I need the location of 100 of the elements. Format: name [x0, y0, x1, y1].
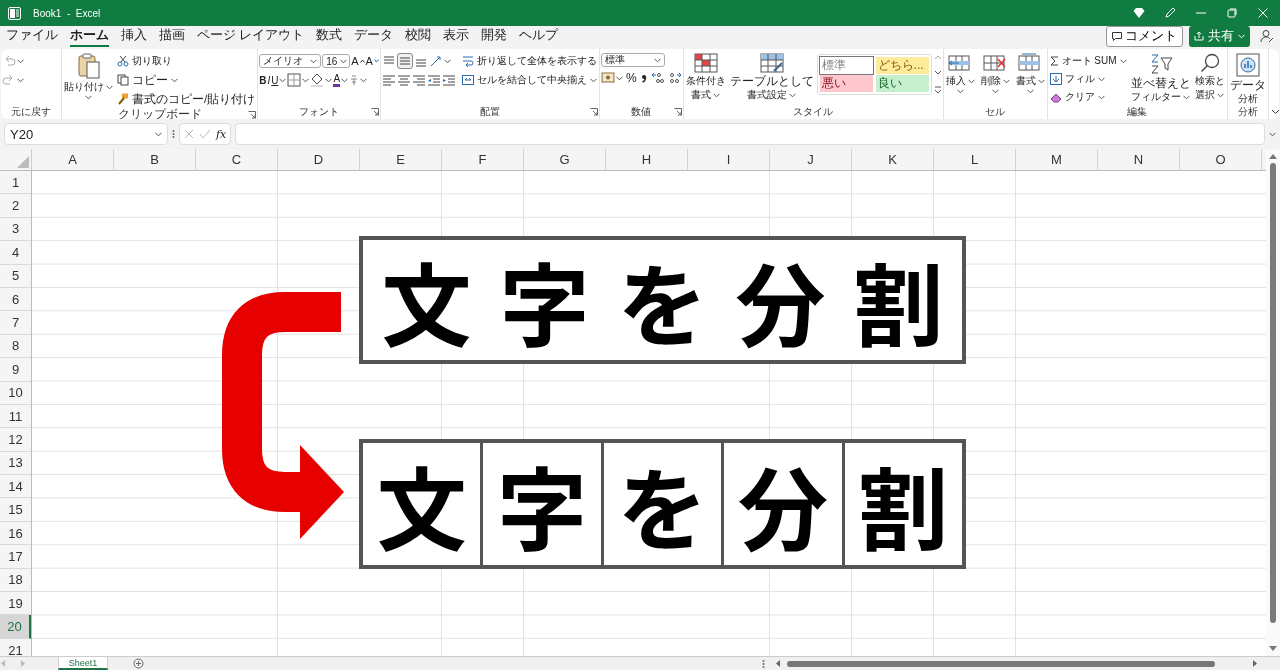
scrollbar-thumb[interactable] — [1270, 163, 1276, 623]
restore-icon[interactable] — [1226, 7, 1238, 19]
insert-button[interactable]: 挿入 — [944, 53, 976, 94]
caret-icon[interactable] — [279, 77, 287, 83]
autosum-button[interactable]: オート SUM — [1048, 53, 1128, 69]
number-format-field[interactable]: 標準 — [600, 53, 665, 67]
close-icon[interactable] — [1257, 7, 1269, 19]
column-header[interactable]: B — [114, 149, 196, 170]
analyze-data-button[interactable]: データ 分析 — [1228, 53, 1267, 105]
menu-tab[interactable]: データ — [354, 25, 394, 47]
scroll-down-icon[interactable] — [1269, 646, 1277, 652]
share-button[interactable]: 共有 — [1189, 25, 1250, 47]
comment-button[interactable]: コメント — [1106, 25, 1183, 47]
caret-icon[interactable] — [653, 57, 661, 63]
diamond-icon[interactable] — [1133, 7, 1145, 19]
dialog-launcher-icon[interactable] — [673, 108, 682, 116]
menu-tab[interactable]: ホーム — [70, 25, 109, 47]
paste-button[interactable]: 貼り付け — [63, 53, 114, 100]
italic-button[interactable]: I — [267, 72, 271, 88]
row-header[interactable]: 17 — [0, 545, 31, 569]
conditional-formatting-button[interactable]: 条件付き 書式 — [684, 53, 727, 101]
column-header[interactable]: A — [32, 149, 114, 170]
column-header[interactable]: N — [1098, 149, 1180, 170]
underline-button[interactable]: U — [271, 72, 287, 88]
caret-icon[interactable] — [340, 58, 348, 64]
menu-tab[interactable]: 挿入 — [121, 25, 147, 47]
caret-icon[interactable] — [443, 58, 451, 64]
redo-button[interactable] — [2, 72, 24, 88]
scroll-up-icon[interactable] — [933, 54, 942, 60]
menu-tab[interactable]: 開発 — [481, 25, 508, 47]
caret-icon[interactable] — [789, 92, 797, 98]
menu-tab[interactable]: 描画 — [159, 25, 185, 47]
scroll-up-icon[interactable] — [1269, 153, 1277, 159]
caret-icon[interactable] — [1097, 76, 1105, 82]
caret-icon[interactable] — [155, 131, 162, 137]
copy-button[interactable]: コピー — [116, 72, 257, 88]
row-header[interactable]: 1 — [0, 171, 31, 195]
orientation-button[interactable] — [428, 53, 451, 69]
caret-icon[interactable] — [302, 77, 310, 83]
format-as-table-button[interactable]: テーブルとして 書式設定 — [728, 53, 815, 101]
row-header[interactable]: 8 — [0, 334, 31, 359]
bold-button[interactable]: B — [259, 72, 267, 88]
caret-icon[interactable] — [615, 75, 623, 81]
merge-and-center-button[interactable]: セルを結合して中央揃え — [460, 72, 598, 88]
row-header[interactable]: 16 — [0, 521, 31, 546]
caret-icon[interactable] — [171, 77, 178, 83]
decrease-decimal-button[interactable] — [667, 70, 682, 86]
caret-icon[interactable] — [1183, 94, 1191, 100]
column-header[interactable]: E — [360, 149, 442, 170]
font-color-button[interactable]: A — [333, 72, 349, 88]
align-center-button[interactable] — [396, 72, 411, 88]
caret-icon[interactable] — [17, 58, 24, 64]
row-header[interactable]: 10 — [0, 381, 31, 405]
caret-icon[interactable] — [17, 77, 24, 83]
caret-icon[interactable] — [106, 84, 113, 90]
row-header[interactable]: 20 — [0, 615, 31, 639]
row-header[interactable]: 7 — [0, 311, 31, 335]
increase-font-size-button[interactable]: A — [351, 53, 365, 69]
column-header[interactable]: L — [934, 149, 1016, 170]
row-header[interactable]: 14 — [0, 475, 31, 499]
font-size-field[interactable]: 16 — [322, 54, 351, 68]
align-left-button[interactable] — [381, 72, 396, 88]
column-header[interactable]: O — [1180, 149, 1262, 170]
dialog-launcher-icon[interactable] — [248, 110, 257, 119]
more-icon[interactable] — [933, 86, 942, 94]
caret-icon[interactable] — [310, 58, 318, 64]
increase-decimal-button[interactable] — [650, 70, 665, 86]
insert-function-button[interactable]: fx — [216, 127, 227, 141]
cut-button[interactable]: 切り取り — [116, 53, 257, 69]
delete-button[interactable]: 削除 — [979, 53, 1011, 94]
collapse-ribbon-icon[interactable] — [1270, 109, 1279, 115]
scroll-right-icon[interactable] — [1252, 660, 1258, 667]
row-header[interactable]: 12 — [0, 428, 31, 452]
caret-icon[interactable] — [85, 95, 92, 100]
row-header[interactable]: 4 — [0, 241, 31, 265]
increase-indent-button[interactable] — [441, 72, 456, 88]
scrollbar-thumb[interactable] — [787, 660, 1215, 667]
formula-input[interactable] — [235, 123, 1265, 145]
decrease-font-size-button[interactable]: A — [365, 53, 379, 69]
row-header[interactable]: 13 — [0, 451, 31, 476]
row-header[interactable]: 6 — [0, 287, 31, 312]
row-header[interactable]: 15 — [0, 498, 31, 522]
row-header[interactable]: 2 — [0, 194, 31, 218]
percent-button[interactable]: % — [625, 70, 637, 86]
menu-tab[interactable]: ページ レイアウト — [197, 25, 305, 47]
fill-color-button[interactable] — [310, 72, 333, 88]
column-header[interactable]: M — [1016, 149, 1098, 170]
name-box[interactable]: Y20 — [4, 123, 168, 145]
column-header[interactable]: H — [606, 149, 688, 170]
caret-icon[interactable] — [1097, 94, 1105, 100]
row-header[interactable]: 5 — [0, 264, 31, 288]
caret-icon[interactable] — [360, 77, 368, 83]
caret-icon[interactable] — [1217, 92, 1225, 98]
cell-style[interactable]: 悪い — [819, 75, 873, 92]
column-header[interactable]: J — [770, 149, 852, 170]
scroll-down-icon[interactable] — [933, 70, 942, 76]
row-header[interactable]: 18 — [0, 568, 31, 593]
caret-icon[interactable] — [1119, 58, 1127, 64]
row-header[interactable]: 11 — [0, 404, 31, 429]
wrap-text-button[interactable]: 折り返して全体を表示する — [460, 53, 598, 69]
